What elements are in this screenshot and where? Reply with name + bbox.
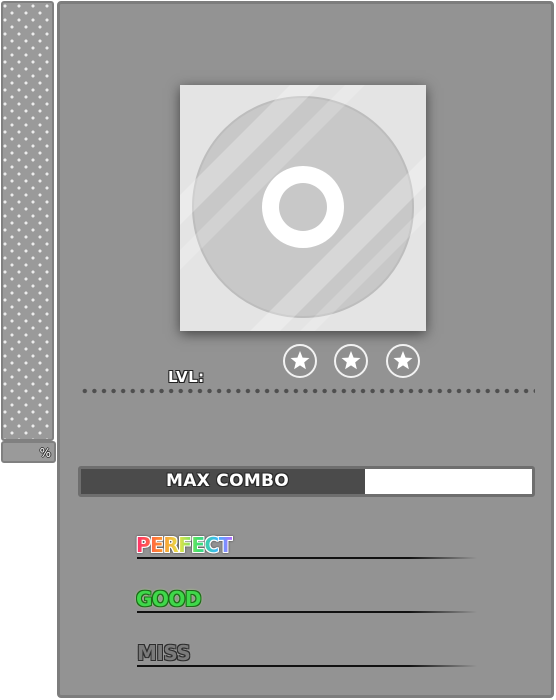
dotted-divider	[80, 388, 535, 394]
star-icon	[283, 344, 317, 378]
percentage-readout: %	[1, 441, 56, 463]
miss-label: MISS	[137, 641, 191, 665]
max-combo-bar: MAX COMBO	[78, 466, 535, 497]
star-icon	[386, 344, 420, 378]
good-underline	[137, 611, 477, 613]
percent-label: %	[39, 446, 51, 460]
star-icon	[334, 344, 368, 378]
song-jacket	[180, 85, 426, 331]
miss-underline	[137, 665, 477, 667]
cd-disc-icon	[180, 85, 426, 331]
percentage-gauge	[1, 1, 54, 441]
max-combo-label: MAX COMBO	[166, 471, 290, 491]
perfect-underline	[137, 557, 477, 559]
good-label: GOOD	[136, 587, 202, 611]
perfect-label: PERFECT	[136, 533, 232, 557]
level-label: LVL:	[168, 368, 205, 386]
